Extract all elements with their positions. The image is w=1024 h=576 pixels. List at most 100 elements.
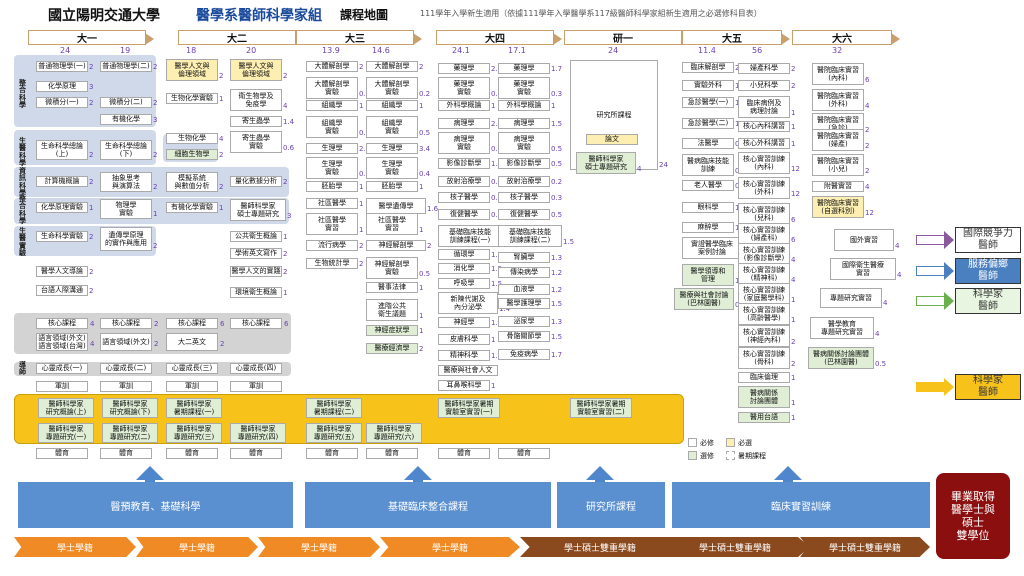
side-label-4: 生醫實驗 — [19, 227, 26, 258]
course-50: 流行病學 — [306, 240, 358, 251]
course-0-credit: 2 — [89, 63, 94, 71]
course-4: 微積分(二) — [100, 97, 152, 108]
course-65-credit: 1.5 — [551, 120, 563, 128]
course-25: 量化數據分析 — [230, 176, 282, 187]
pe-course-3: 體育 — [230, 448, 282, 459]
course-96: 醫師科學家 碩士專題研究 — [576, 152, 636, 174]
course-55-credit: 1 — [419, 312, 424, 320]
course-48-credit: 1 — [359, 226, 364, 234]
course-134-credit: 4 — [895, 242, 900, 250]
course-121: 核心實習訓練 (高齡醫學) — [738, 303, 790, 325]
course-77: 基礎臨床技能 訓練課程(二) — [498, 225, 562, 247]
legend-selected: 選修 — [700, 452, 714, 460]
phase-block-2: 研究所課程 — [557, 482, 665, 528]
course-124-credit: 1 — [791, 374, 796, 382]
year-2-credits-2: 14.6 — [372, 46, 390, 55]
outcome-arrowhead-3 — [944, 378, 954, 396]
course-6: 生命科學總論 (上) — [36, 140, 88, 160]
course-137-credit: 4 — [875, 330, 880, 338]
course-115: 核心實習訓練 (外科) — [738, 177, 790, 199]
block-arrow-head-0 — [136, 466, 164, 480]
pe-course-6: 體育 — [438, 448, 490, 459]
course-73: 核子醫學 — [498, 192, 550, 203]
course-22: 寄生蟲學 實驗 — [230, 131, 282, 153]
course-88: 皮膚科學 — [438, 334, 490, 345]
course-53: 神經解剖學 實驗 — [366, 257, 418, 279]
course-122: 核心實習訓練 (神經內科) — [738, 325, 790, 347]
course-109-credit: 2 — [791, 65, 796, 73]
course-57: 醫療經濟學 — [366, 343, 418, 354]
course-13-credit: 2 — [153, 242, 158, 250]
year-5-credits-1: 11.4 — [698, 46, 716, 55]
course-47: 醫學遺傳學 — [366, 198, 426, 214]
course-17-credit: 2 — [283, 72, 288, 80]
course-52-credit: 2 — [359, 260, 364, 268]
research-course-10: 醫師科學家 專題研究(五) — [306, 423, 362, 443]
course-105: 麻醉學 — [682, 222, 734, 233]
mentor-course-1: 心靈成長(二) — [100, 363, 152, 374]
year-4-credits-1: 24 — [608, 46, 619, 55]
year-0-credits-1: 24 — [60, 46, 71, 55]
course-7-credit: 2 — [153, 151, 158, 159]
course-40: 生理學 — [306, 143, 358, 154]
university-name: 國立陽明交通大學 — [48, 8, 160, 24]
course-18-credit: 1 — [219, 95, 224, 103]
course-16: 醫學人文與 倫理領域 — [166, 59, 218, 81]
course-102: 醫病臨床技能 訓練 — [682, 154, 734, 176]
course-3: 微積分(一) — [36, 97, 88, 108]
course-89-credit: 1.5 — [551, 333, 563, 341]
course-53-credit: 0.5 — [419, 270, 431, 278]
course-28-credit: 1 — [283, 233, 288, 241]
course-115-credit: 12 — [791, 190, 800, 198]
course-20-credit: 1.4 — [283, 118, 295, 126]
course-84: 新陳代謝及 內分泌學 — [438, 292, 498, 314]
year-3-credits-2: 17.1 — [508, 46, 526, 55]
course-15-credit: 2 — [89, 287, 94, 295]
course-127-credit: 6 — [865, 76, 870, 84]
title-suffix: 課程地圖 — [340, 8, 389, 22]
course-112: 核心內科講習 — [738, 121, 790, 132]
course-133: 醫院臨床實習 (自選科別) — [812, 196, 864, 218]
course-63-credit: 1 — [551, 102, 556, 110]
research-course-7: 醫師科學家 專題研究(二) — [102, 423, 158, 443]
course-23-credit: 2 — [219, 151, 224, 159]
course-43: 生理學 實驗 — [366, 157, 418, 179]
course-11: 物理學 實驗 — [100, 199, 152, 219]
course-103: 老人醫學 — [682, 180, 734, 191]
phase-block-0: 醫預教育、基礎科學 — [18, 482, 293, 528]
course-71-credit: 0.2 — [551, 178, 563, 186]
course-37-credit: 1 — [419, 102, 424, 110]
course-14-credit: 2 — [89, 268, 94, 276]
year-5: 大五 — [682, 30, 790, 45]
course-4-credit: 2 — [153, 99, 158, 107]
course-87: 泌尿學 — [498, 316, 550, 327]
course-110-credit: 2 — [791, 82, 796, 90]
course-81-credit: 1.2 — [551, 269, 563, 277]
outcome-arrowhead-0 — [944, 231, 954, 249]
course-10: 化學原理實驗 — [36, 202, 88, 213]
course-57-credit: 2 — [419, 345, 424, 353]
course-64: 病理學 — [438, 118, 490, 129]
course-33-credit: 2 — [419, 63, 424, 71]
course-79-credit: 1.3 — [551, 254, 563, 262]
course-61: 藥理學 實驗 — [498, 77, 550, 99]
year-6-credits-1: 32 — [832, 46, 843, 55]
course-46: 社區醫學 — [306, 198, 358, 209]
course-23: 細胞生物學 — [166, 149, 218, 160]
course-118: 核心實習訓練 (影像診斷學) — [738, 243, 790, 265]
course-27: 醫師科學家 碩士專題研究 — [230, 199, 286, 221]
core-course-1-credit: 2 — [154, 320, 159, 328]
course-13: 遺傳學原理 的實作與應用 — [100, 227, 152, 251]
course-69-credit: 0.5 — [551, 160, 563, 168]
course-26: 有機化學實驗 — [166, 202, 218, 213]
course-58: 藥理學 — [438, 63, 490, 74]
block-arrow-head-3 — [774, 466, 802, 480]
course-37: 組織學 — [366, 100, 418, 111]
core-course-1: 核心課程 — [100, 318, 152, 329]
outcome-1: 服務偏鄉 醫師 — [955, 258, 1021, 284]
course-82: 呼吸學 — [438, 278, 490, 289]
course-2-credit: 3 — [89, 83, 94, 91]
course-71: 放射治療學 — [498, 176, 550, 187]
legend-selected-swatch — [688, 451, 697, 460]
course-130: 醫院臨床實習 (婦產) — [812, 129, 864, 151]
